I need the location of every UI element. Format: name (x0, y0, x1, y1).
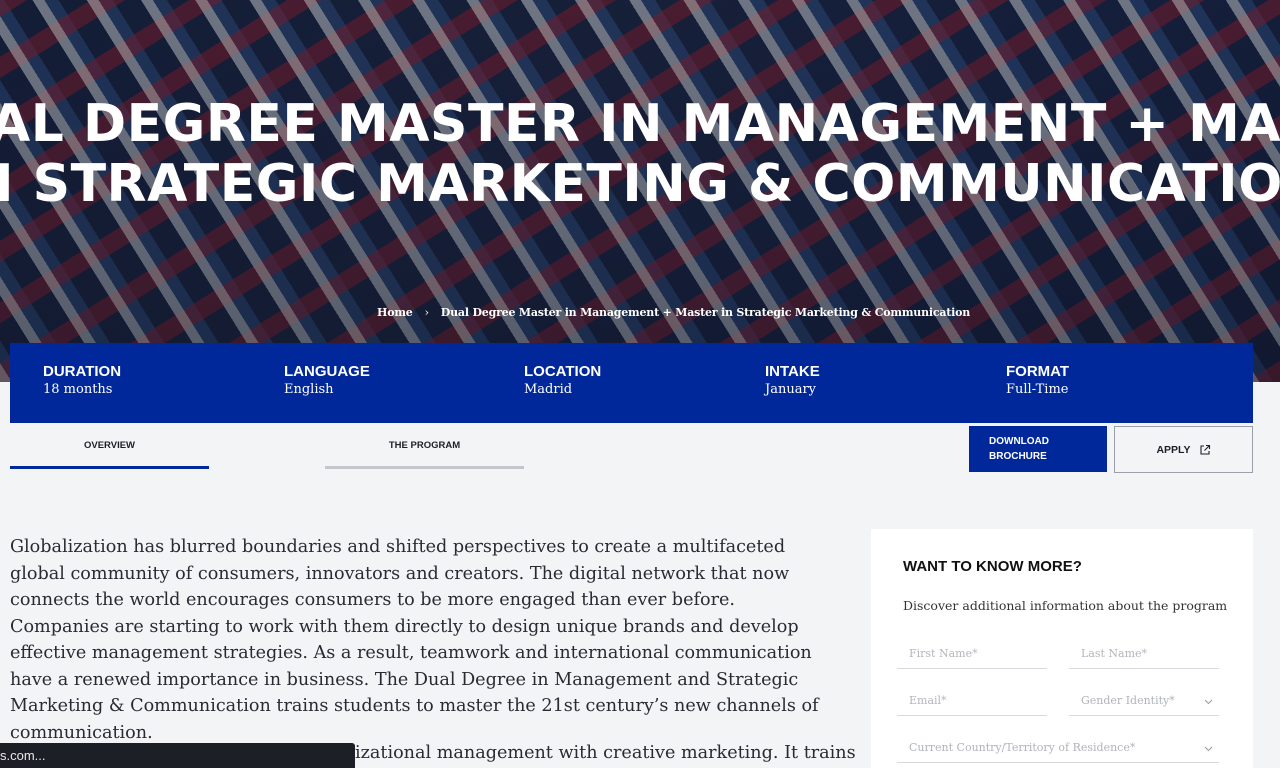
program-info-bar: DURATION 18 months LANGUAGE English LOCA… (10, 343, 1253, 423)
last-name-input[interactable] (1081, 647, 1219, 660)
info-duration: DURATION 18 months (43, 363, 121, 397)
overview-paragraph-2: izational management with creative marke… (355, 743, 856, 763)
tab-the-program[interactable]: THE PROGRAM (325, 426, 524, 469)
chevron-down-icon (1204, 699, 1213, 705)
email-field[interactable] (897, 688, 1047, 716)
hero-title-line-2: N STRATEGIC MARKETING & COMMUNICATION (0, 154, 1280, 214)
country-residence-select[interactable]: Current Country/Territory of Residence* (897, 735, 1219, 763)
info-intake: INTAKE January (765, 363, 820, 397)
apply-label: APPLY (1156, 443, 1191, 456)
country-residence-placeholder: Current Country/Territory of Residence* (909, 741, 1136, 754)
status-bar-url: s.com... (0, 743, 355, 768)
info-value: English (284, 382, 334, 397)
external-link-icon (1199, 444, 1210, 455)
last-name-field[interactable] (1069, 641, 1219, 669)
first-name-input[interactable] (909, 647, 1047, 660)
info-label: LANGUAGE (284, 363, 370, 380)
info-value: Full-Time (1006, 382, 1069, 397)
chevron-right-icon: › (424, 306, 429, 319)
info-format: FORMAT Full-Time (1006, 363, 1069, 397)
info-value: Madrid (524, 382, 573, 397)
hero-title-line-1: AL DEGREE MASTER IN MANAGEMENT + MAST (0, 94, 1280, 154)
download-label-line-1: DOWNLOAD (989, 436, 1049, 447)
breadcrumb-current: Dual Degree Master in Management + Maste… (440, 306, 971, 319)
gender-identity-placeholder: Gender Identity* (1081, 694, 1175, 707)
email-input[interactable] (909, 694, 1047, 707)
form-subtitle: Discover additional information about th… (903, 598, 1228, 613)
info-value: January (765, 382, 817, 397)
info-value: 18 months (43, 382, 113, 397)
download-brochure-button[interactable]: DOWNLOAD BROCHURE (969, 426, 1107, 472)
gender-identity-select[interactable]: Gender Identity* (1069, 688, 1219, 716)
download-label-line-2: BROCHURE (989, 451, 1047, 462)
chevron-down-icon (1204, 746, 1213, 752)
breadcrumb-home-link[interactable]: Home (377, 306, 413, 319)
apply-button[interactable]: APPLY (1114, 426, 1253, 473)
info-location: LOCATION Madrid (524, 363, 601, 397)
info-request-form: WANT TO KNOW MORE? Discover additional i… (871, 529, 1253, 768)
first-name-field[interactable] (897, 641, 1047, 669)
info-label: INTAKE (765, 363, 820, 380)
breadcrumb: Home › Dual Degree Master in Management + … (377, 306, 970, 319)
form-title: WANT TO KNOW MORE? (903, 558, 1082, 575)
info-label: DURATION (43, 363, 122, 380)
info-label: FORMAT (1006, 363, 1070, 380)
info-language: LANGUAGE English (284, 363, 370, 397)
hero-banner: AL DEGREE MASTER IN MANAGEMENT + MAST N … (0, 0, 1280, 382)
overview-paragraph-1: Globalization has blurred boundaries and… (10, 537, 819, 743)
tab-overview[interactable]: OVERVIEW (10, 426, 209, 469)
info-label: LOCATION (524, 363, 602, 380)
